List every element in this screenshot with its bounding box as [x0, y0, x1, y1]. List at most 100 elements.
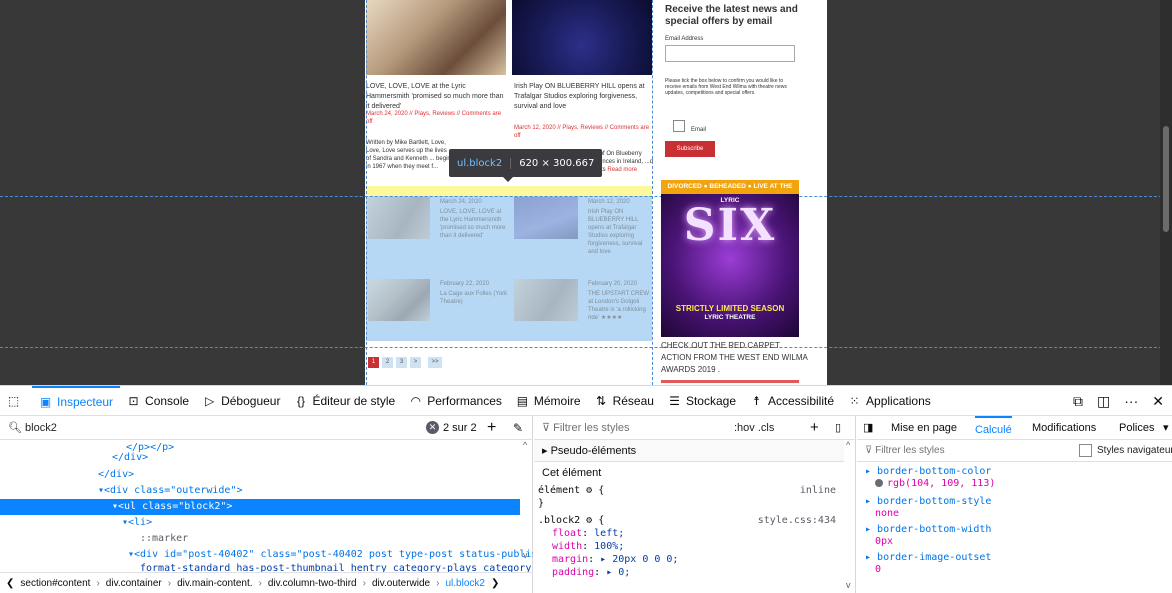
faded-post-image [514, 279, 578, 321]
ad-banner: DIVORCED ● BEHEADED ● LIVE AT THE LYRIC [661, 180, 799, 204]
pseudo-elements-toggle[interactable]: ▸ Pseudo-éléments [534, 440, 844, 462]
color-swatch[interactable] [875, 479, 883, 487]
add-rule-icon[interactable]: + [810, 419, 819, 436]
search-result-count: ✕ 2 sur 2 [426, 421, 477, 434]
email-field[interactable] [665, 45, 795, 62]
faded-post-image [368, 197, 430, 239]
browser-styles-checkbox[interactable] [1079, 444, 1092, 457]
tab-stockage[interactable]: ☰ Stockage [661, 386, 743, 416]
tab-editeur-de-style[interactable]: {} Éditeur de style [287, 386, 402, 416]
page-viewport: LOVE, LOVE, LOVE at the Lyric Hammersmit… [0, 0, 1172, 385]
page-scrollbar-thumb[interactable] [1163, 126, 1169, 232]
responsive-mode-icon[interactable]: ⧉ [1073, 393, 1083, 410]
scroll-down-icon[interactable]: v [846, 580, 851, 590]
pseudo-class-toggles[interactable]: :hov .cls [734, 422, 774, 434]
dock-icon[interactable]: ◫ [1097, 393, 1110, 410]
computed-prop[interactable]: ▸ border-bottom-color rgb(104, 109, 113) [865, 466, 1155, 490]
eyedropper-icon[interactable]: ✎ [513, 421, 523, 435]
six-advert[interactable]: DIVORCED ● BEHEADED ● LIVE AT THE LYRIC … [661, 180, 799, 337]
breadcrumb-forward-icon[interactable]: ❯ [491, 578, 499, 589]
page-scrollbar[interactable] [1160, 0, 1172, 385]
pager-page-1[interactable]: 1 [368, 357, 379, 368]
markup-node-selected[interactable]: ▾<ul class="block2"> [0, 499, 520, 515]
memory-icon: ▤ [516, 393, 529, 408]
breadcrumb-back-icon[interactable]: ❮ [6, 578, 14, 589]
accessibility-icon: ☨ [753, 393, 760, 408]
clear-search-icon[interactable]: ✕ [426, 421, 439, 434]
markup-node[interactable]: </div> [0, 467, 520, 483]
post-meta-love: March 24, 2020 // Plays, Reviews // Comm… [366, 111, 502, 125]
email-checkbox[interactable] [673, 120, 685, 132]
tab-polices[interactable]: Polices [1119, 416, 1154, 440]
markup-node[interactable]: </div> [0, 450, 520, 466]
scroll-up-icon[interactable]: ^ [523, 440, 527, 450]
computed-filter-input[interactable]: ⊽ Filtrer les styles [865, 445, 945, 456]
markup-node-li[interactable]: ▾<li> [0, 515, 520, 531]
pager-page-2[interactable]: 2 [382, 357, 393, 368]
declaration-float[interactable]: float: left; [538, 527, 838, 540]
markup-node-outerwide[interactable]: ▾<div class="outerwide"> [0, 483, 520, 499]
markup-node-marker[interactable]: ::marker [0, 531, 520, 547]
sidebar-tabs: ◨ Mise en page Calculé Modifications Pol… [857, 415, 1172, 440]
post-title-blueberry[interactable]: Irish Play ON BLUEBERRY HILL opens at Tr… [514, 82, 654, 112]
print-media-icon[interactable]: ▯ [835, 421, 841, 434]
stylesheet-link[interactable]: style.css:434 [758, 514, 836, 527]
scroll-down-icon[interactable]: v [523, 550, 528, 560]
scroll-up-icon[interactable]: ^ [846, 440, 850, 450]
tab-inspecteur[interactable]: ▣ Inspecteur [32, 385, 121, 416]
rules-scrollbar[interactable]: ^ v [844, 440, 856, 593]
tab-performances[interactable]: ◠ Performances [402, 386, 509, 416]
breadcrumb-item[interactable]: div.column-two-third › [268, 578, 366, 589]
tab-memoire[interactable]: ▤ Mémoire [509, 386, 588, 416]
tab-mise-en-page[interactable]: Mise en page [891, 416, 957, 440]
breadcrumb-item[interactable]: div.container › [106, 578, 171, 589]
red-carpet-link[interactable]: CHECK OUT THE RED CARPET ACTION FROM THE… [661, 340, 811, 376]
search-icon: 🔍︎ [8, 422, 22, 434]
inspector-icon: ▣ [39, 394, 52, 409]
post-image-love[interactable] [366, 0, 506, 75]
declaration-padding[interactable]: padding: ▸ 0; [538, 566, 838, 579]
breadcrumb-item[interactable]: div.main-content. › [177, 578, 262, 589]
computed-prop[interactable]: ▸ border-bottom-width 0px [865, 524, 1155, 548]
pager-last[interactable]: >> [428, 357, 442, 368]
declaration-width[interactable]: width: 100%; [538, 540, 838, 553]
tab-debogueur[interactable]: ▷ Débogueur [196, 386, 287, 416]
breadcrumb-item[interactable]: section#content › [20, 578, 99, 589]
pager-page-3[interactable]: 3 [396, 357, 407, 368]
guide-line-bottom [0, 347, 1172, 348]
computed-pane: ◨ Mise en page Calculé Modifications Pol… [857, 415, 1172, 593]
tab-accessibilite[interactable]: ☨ Accessibilité [743, 386, 841, 416]
element-rule[interactable]: élément ⚙ {inline [538, 484, 838, 497]
tab-calcule[interactable]: Calculé [975, 415, 1012, 440]
read-more-link[interactable]: Read more [607, 167, 637, 173]
add-node-icon[interactable]: + [487, 419, 496, 437]
rules-filter-input[interactable]: ⊽ Filtrer les styles [542, 421, 630, 434]
element-picker-button[interactable]: ⬚ [0, 386, 32, 416]
toggle-sidebar-icon[interactable]: ◨ [863, 416, 873, 440]
declaration-margin[interactable]: margin: ▸ 20px 0 0 0; [538, 553, 838, 566]
more-options-icon[interactable]: ··· [1124, 393, 1138, 409]
breadcrumb-item-current[interactable]: ul.block2 [445, 578, 484, 589]
block2-rule[interactable]: .block2 ⚙ {style.css:434 [538, 514, 838, 527]
tab-console[interactable]: ⊡ Console [120, 386, 196, 416]
breadcrumb-item[interactable]: div.outerwide › [372, 578, 440, 589]
computed-prop[interactable]: ▸ border-bottom-style none [865, 496, 1155, 520]
consent-text: Please tick the box below to confirm you… [665, 78, 787, 96]
tab-reseau[interactable]: ⇅ Réseau [588, 386, 661, 416]
post-title-love[interactable]: LOVE, LOVE, LOVE at the Lyric Hammersmit… [366, 82, 506, 112]
element-rule-close: } [538, 498, 545, 509]
post-image-blueberry[interactable] [512, 0, 652, 75]
guide-line-left [366, 0, 367, 385]
subscribe-button[interactable]: Subscribe [665, 141, 715, 157]
pager-next[interactable]: > [410, 357, 421, 368]
markup-search-input[interactable]: 🔍︎ block2 [8, 421, 57, 434]
tab-applications[interactable]: ⁙ Applications [841, 386, 938, 416]
computed-prop[interactable]: ▸ border-image-outset 0 [865, 552, 1155, 576]
guide-line-right [652, 0, 653, 385]
markup-scrollbar[interactable]: ^ v [521, 440, 533, 572]
chevron-down-icon[interactable]: ▾ [1163, 416, 1169, 440]
close-icon[interactable]: ✕ [1152, 393, 1164, 410]
devtools-panel: ⬚ ▣ Inspecteur ⊡ Console ▷ Débogueur {} Édit… [0, 385, 1172, 593]
tab-modifications[interactable]: Modifications [1032, 416, 1096, 440]
storage-icon: ☰ [669, 393, 680, 408]
